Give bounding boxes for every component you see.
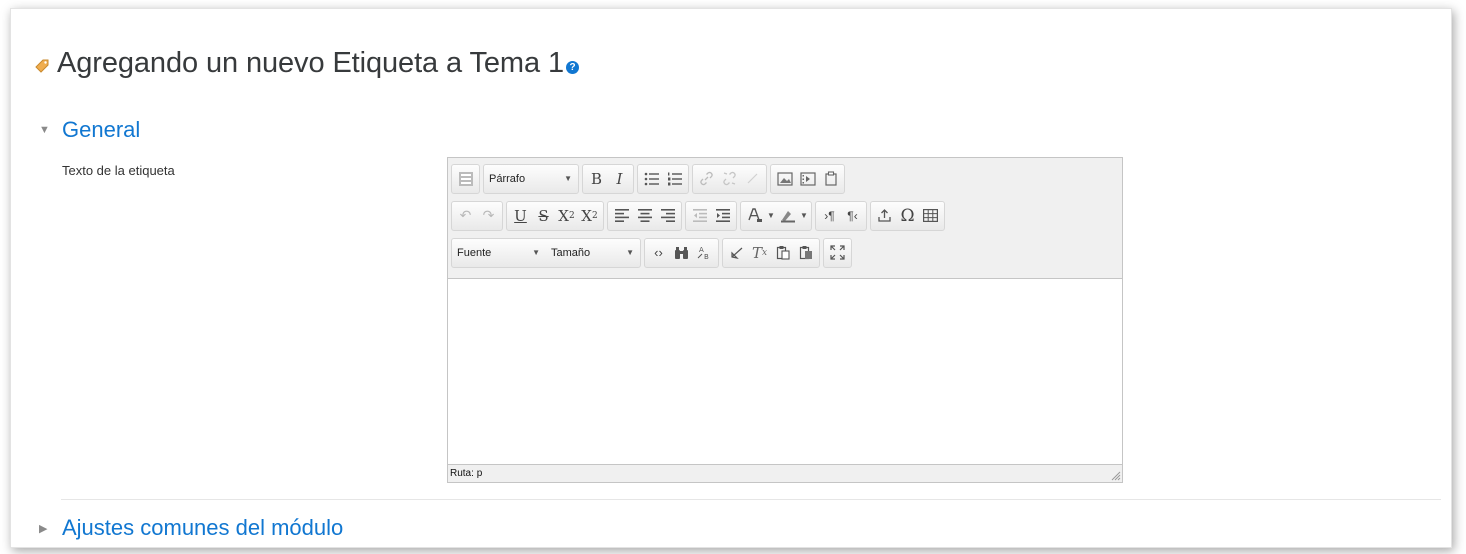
svg-text:B: B bbox=[704, 253, 709, 260]
rtl-direction-icon[interactable]: ¶‹ bbox=[841, 204, 864, 228]
font-size-value: Tamaño bbox=[551, 246, 591, 259]
editor-content-area[interactable] bbox=[448, 278, 1122, 465]
indent-icon[interactable] bbox=[711, 204, 734, 228]
resize-handle-icon[interactable] bbox=[1110, 470, 1121, 481]
align-right-icon[interactable] bbox=[656, 204, 679, 228]
underline-button[interactable]: U bbox=[509, 204, 532, 228]
font-family-value: Fuente bbox=[457, 246, 492, 259]
text-color-icon[interactable] bbox=[743, 204, 766, 228]
align-center-icon[interactable] bbox=[633, 204, 656, 228]
toolbar-row-2: ↶ ↷ U S X2 X2 ▼ ▼ ›¶ ¶‹ Ω bbox=[451, 197, 1119, 234]
path-value[interactable]: p bbox=[477, 468, 483, 479]
dropdown-arrow-icon: ▼ bbox=[564, 174, 572, 183]
paragraph-format-select[interactable]: Párrafo ▼ bbox=[484, 167, 578, 191]
toolbar-row-1: Párrafo ▼ B I bbox=[451, 160, 1119, 197]
section-general-label[interactable]: General bbox=[62, 117, 140, 143]
align-left-icon[interactable] bbox=[610, 204, 633, 228]
special-character-icon[interactable]: Ω bbox=[896, 204, 919, 228]
page-title: Agregando un nuevo Etiqueta a Tema 1 ? bbox=[33, 47, 579, 80]
subscript-button[interactable]: X2 bbox=[555, 204, 578, 228]
page-frame: Agregando un nuevo Etiqueta a Tema 1 ? ▼… bbox=[10, 8, 1452, 548]
find-replace-icon[interactable] bbox=[670, 241, 693, 265]
clear-formatting-icon[interactable]: Tx bbox=[748, 241, 771, 265]
insert-media-icon[interactable] bbox=[796, 167, 819, 191]
manage-files-icon[interactable] bbox=[819, 167, 842, 191]
bullet-list-icon[interactable] bbox=[640, 167, 663, 191]
paste-word-icon[interactable] bbox=[794, 241, 817, 265]
anchor-icon[interactable] bbox=[741, 167, 764, 191]
toolbar-row-3: Fuente ▼ Tamaño ▼ ‹› AB T x bbox=[451, 234, 1119, 271]
superscript-button[interactable]: X2 bbox=[578, 204, 601, 228]
editor-toolbar: Párrafo ▼ B I ↶ ↷ U S X 2 X 2 ▼ ▼ ›¶ ¶‹ … bbox=[448, 158, 1122, 271]
auto-format-icon[interactable]: AB bbox=[693, 241, 716, 265]
page-title-text: Agregando un nuevo Etiqueta a Tema 1 bbox=[57, 47, 564, 79]
unlink-icon[interactable] bbox=[718, 167, 741, 191]
fullscreen-icon[interactable] bbox=[826, 241, 849, 265]
background-color-icon[interactable] bbox=[776, 204, 799, 228]
outdent-icon[interactable] bbox=[688, 204, 711, 228]
source-code-icon[interactable]: ‹› bbox=[647, 241, 670, 265]
italic-button[interactable]: I bbox=[608, 167, 631, 191]
label-text-field-label: Texto de la etiqueta bbox=[62, 163, 175, 178]
clean-html-icon[interactable] bbox=[725, 241, 748, 265]
section-divider bbox=[61, 499, 1441, 500]
caret-right-icon: ▶ bbox=[39, 522, 48, 535]
section-ajustes-label[interactable]: Ajustes comunes del módulo bbox=[62, 515, 343, 541]
equation-upload-icon[interactable] bbox=[873, 204, 896, 228]
table-icon[interactable] bbox=[919, 204, 942, 228]
insert-image-icon[interactable] bbox=[773, 167, 796, 191]
label-tag-icon bbox=[33, 56, 51, 74]
text-color-dropdown-arrow[interactable]: ▼ bbox=[766, 211, 776, 220]
redo-icon[interactable]: ↷ bbox=[477, 204, 500, 228]
section-ajustes-toggle[interactable]: ▶ Ajustes comunes del módulo bbox=[39, 515, 343, 541]
link-icon[interactable] bbox=[695, 167, 718, 191]
strikethrough-button[interactable]: S bbox=[532, 204, 555, 228]
numbered-list-icon[interactable] bbox=[663, 167, 686, 191]
paragraph-format-value: Párrafo bbox=[489, 172, 526, 185]
section-general-toggle[interactable]: ▼ General bbox=[39, 117, 140, 143]
editor-status-bar: Ruta: p bbox=[448, 465, 1122, 482]
ltr-direction-icon[interactable]: ›¶ bbox=[818, 204, 841, 228]
background-color-dropdown-arrow[interactable]: ▼ bbox=[799, 211, 809, 220]
font-size-select[interactable]: Tamaño ▼ bbox=[546, 241, 640, 265]
caret-down-icon: ▼ bbox=[39, 124, 50, 136]
dropdown-arrow-icon: ▼ bbox=[626, 248, 634, 257]
undo-icon[interactable]: ↶ bbox=[454, 204, 477, 228]
dropdown-arrow-icon: ▼ bbox=[532, 248, 540, 257]
path-label: Ruta: bbox=[450, 468, 474, 479]
paste-text-icon[interactable] bbox=[771, 241, 794, 265]
toolbar-toggle-icon[interactable] bbox=[454, 167, 477, 191]
bold-button[interactable]: B bbox=[585, 167, 608, 191]
font-family-select[interactable]: Fuente ▼ bbox=[452, 241, 546, 265]
rich-text-editor: Párrafo ▼ B I ↶ ↷ U S X 2 X 2 ▼ ▼ ›¶ ¶‹ … bbox=[447, 157, 1123, 483]
help-icon[interactable]: ? bbox=[565, 61, 579, 74]
